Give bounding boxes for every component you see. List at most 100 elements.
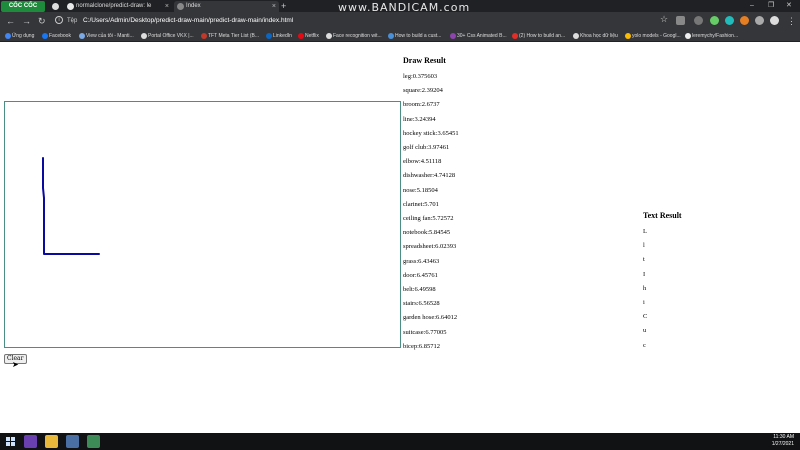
tab-strip-icon[interactable] [52, 3, 59, 10]
coccoc-browser-icon[interactable] [87, 435, 100, 448]
bookmark-label: How to build a cust... [395, 33, 442, 39]
bookmark-item[interactable]: How to build a cust... [387, 30, 441, 42]
bookmark-label: Ứng dụng [12, 33, 35, 39]
page-content: Clear ➤ Draw Result leg:0.375603 square:2… [0, 43, 800, 433]
maximize-button[interactable]: ❐ [768, 0, 774, 12]
draw-result-item: spreadsheet:6.02393 [403, 243, 457, 251]
bookmark-item[interactable]: TFT Meta Tier List (B... [200, 30, 259, 42]
bookmark-icon [141, 33, 147, 39]
github-icon [67, 3, 74, 10]
bookmark-label: LinkedIn [273, 33, 292, 39]
bookmark-item[interactable]: Facebook [41, 30, 71, 42]
text-result-item: I [643, 270, 646, 278]
draw-result-title: Draw Result [403, 56, 446, 65]
bookmark-label: Khoa học dữ liệu [580, 33, 618, 39]
text-result-item: C [643, 313, 648, 321]
tab-index[interactable]: Index × [174, 1, 279, 12]
text-result-item: c [643, 341, 646, 349]
netflix-icon [298, 33, 304, 39]
back-icon[interactable]: ← [6, 15, 15, 27]
bookmark-icon [201, 33, 207, 39]
linkedin-icon [266, 33, 272, 39]
drawn-stroke [42, 157, 100, 255]
bookmark-item[interactable]: yolo models - Googl... [624, 30, 681, 42]
draw-result-item: golf club:3.97461 [403, 144, 450, 151]
coccoc-logo[interactable]: CỐC CỐC [1, 1, 45, 12]
bookmark-label: (2) How to build an... [519, 33, 566, 39]
visual-studio-icon[interactable] [24, 435, 37, 448]
draw-result-item: hockey stick:3.65451 [403, 129, 459, 137]
bookmark-label: Facebook [49, 33, 71, 39]
minimize-button[interactable]: – [750, 0, 754, 12]
bookmark-label: 30+ Css Animated B... [457, 33, 507, 39]
github-icon [685, 33, 691, 39]
bookmark-item[interactable]: 30+ Css Animated B... [449, 30, 507, 42]
bookmark-item[interactable]: View của tôi - Manti... [78, 30, 134, 42]
draw-result-item: ceiling fan:5.72572 [403, 215, 454, 222]
bookmark-icon [625, 33, 631, 39]
drawing-surface [42, 157, 100, 255]
bookmark-item[interactable]: Khoa học dữ liệu [572, 30, 618, 42]
bookmark-label: yolo models - Googl... [632, 33, 681, 39]
extension-icon[interactable] [694, 16, 703, 25]
close-window-button[interactable]: ✕ [786, 0, 792, 12]
draw-result-item: square:2.39204 [403, 87, 443, 95]
url-field[interactable]: C:/Users/Admin/Desktop/predict-draw-main… [83, 15, 293, 27]
bookmark-item[interactable]: Ứng dụng [4, 30, 34, 42]
new-tab-button[interactable]: + [281, 0, 286, 12]
puzzle-icon[interactable] [755, 16, 764, 25]
bookmark-icon [326, 33, 332, 39]
clock-date: 1/27/2021 [771, 441, 794, 447]
file-explorer-icon[interactable] [45, 435, 58, 448]
text-result-item: i [643, 299, 645, 306]
download-icon[interactable] [676, 16, 685, 25]
draw-result-item: nose:5.18504 [403, 186, 438, 194]
draw-result-item: leg:0.375603 [403, 73, 438, 80]
menu-icon[interactable]: ⋮ [787, 15, 796, 27]
bookmark-item[interactable]: leremychy/Fashion... [684, 30, 738, 42]
bookmark-icon [388, 33, 394, 39]
youtube-icon [512, 33, 518, 39]
close-icon[interactable]: × [272, 1, 276, 12]
bookmark-label: TFT Meta Tier List (B... [208, 33, 260, 39]
tab-github[interactable]: normalclone/predict-draw: le × [64, 1, 172, 12]
screen: CỐC CỐC normalclone/predict-draw: le × I… [0, 0, 800, 450]
windows-start-icon[interactable] [6, 437, 15, 446]
facebook-icon [42, 33, 48, 39]
bookmark-label: leremychy/Fashion... [692, 33, 739, 39]
close-icon[interactable]: × [165, 1, 169, 12]
bookmark-item[interactable]: Face recognition wit... [325, 30, 382, 42]
avatar[interactable] [770, 16, 779, 25]
clock-time: 11:30 AM [773, 434, 794, 440]
draw-result-item: broom:2.6737 [403, 101, 440, 109]
text-result-item: L [643, 228, 647, 235]
extension-icon[interactable] [725, 16, 734, 25]
draw-result-item: notebook:5.84545 [403, 229, 451, 237]
info-icon[interactable]: i [55, 16, 63, 24]
bookmark-item[interactable]: Netflix [297, 30, 319, 42]
browser-address-bar: ← → ↻ i Tệp C:/Users/Admin/Desktop/predi… [0, 12, 800, 30]
bookmark-star-icon[interactable]: ☆ [660, 14, 668, 25]
draw-result-item: stairs:6.56528 [403, 300, 440, 308]
bookmark-item[interactable]: (2) How to build an... [511, 30, 565, 42]
app-icon[interactable] [66, 435, 79, 448]
bookmark-icon [573, 33, 579, 39]
text-result-item: t [643, 256, 645, 264]
draw-result-item: clarinet:5.701 [403, 200, 439, 208]
bookmark-item[interactable]: Portal Office VKX |... [140, 30, 194, 42]
draw-result-item: grass:6.43463 [403, 257, 440, 265]
bookmark-icon [79, 33, 85, 39]
text-result-item: l [643, 242, 645, 250]
extension-icon[interactable] [740, 16, 749, 25]
drawing-canvas[interactable] [4, 101, 401, 348]
reload-icon[interactable]: ↻ [38, 15, 46, 27]
draw-result-item: suitcase:6.77005 [403, 328, 447, 336]
text-result-title: Text Result [643, 211, 682, 220]
forward-icon[interactable]: → [22, 15, 31, 27]
draw-result-item: belt:6.49598 [403, 286, 436, 293]
tab-label: normalclone/predict-draw: le [76, 3, 152, 9]
protocol-label: Tệp [67, 18, 78, 24]
bookmark-item[interactable]: LinkedIn [265, 30, 292, 42]
system-clock[interactable]: 11:30 AM 1/27/2021 [772, 434, 794, 448]
extension-icon[interactable] [710, 16, 719, 25]
